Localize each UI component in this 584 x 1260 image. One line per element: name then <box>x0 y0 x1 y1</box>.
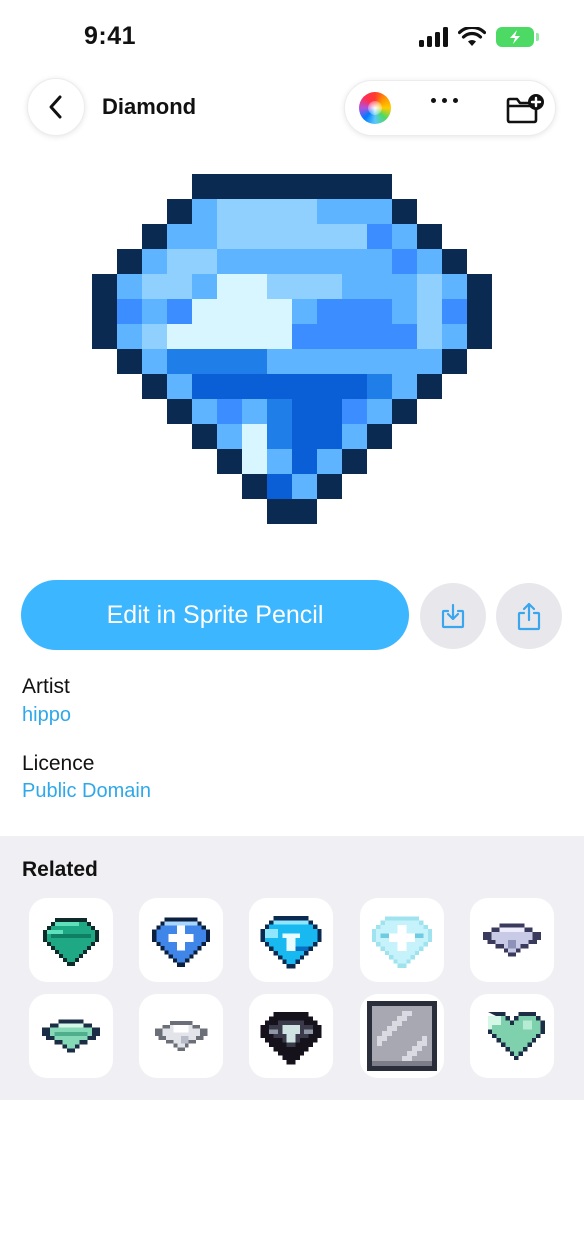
related-title: Related <box>22 858 98 881</box>
diamond-sprite <box>92 174 492 524</box>
download-button[interactable] <box>420 583 486 649</box>
grey-gem-icon <box>483 923 541 957</box>
related-item-green-gem[interactable] <box>29 898 113 982</box>
related-item-mint-gem[interactable] <box>29 994 113 1078</box>
cyan-gem-icon <box>260 915 322 969</box>
battery-icon <box>496 27 539 47</box>
back-button[interactable] <box>27 78 85 136</box>
related-section: Related <box>0 836 584 1100</box>
color-wheel-icon[interactable] <box>359 92 391 124</box>
related-item-blue-sparkle-gem[interactable] <box>139 898 223 982</box>
related-item-ice-gem[interactable] <box>360 898 444 982</box>
dark-gem-icon <box>260 1011 322 1065</box>
blue-sparkle-gem-icon <box>152 917 210 967</box>
related-item-grey-gem[interactable] <box>470 898 554 982</box>
related-item-silver-block[interactable] <box>360 994 444 1078</box>
share-button[interactable] <box>496 583 562 649</box>
mint-heart-icon <box>487 1011 545 1061</box>
share-icon <box>517 602 541 631</box>
licence-link[interactable]: Public Domain <box>22 780 151 803</box>
more-icon[interactable] <box>431 98 458 103</box>
related-item-cyan-gem[interactable] <box>249 898 333 982</box>
chevron-left-icon <box>49 95 62 119</box>
nav-bar: Diamond <box>0 78 584 138</box>
status-icons <box>419 27 539 47</box>
status-bar: 9:41 <box>0 0 584 76</box>
download-icon <box>441 603 465 629</box>
page-title: Diamond <box>102 94 197 119</box>
folder-add-icon[interactable] <box>505 93 545 125</box>
green-gem-icon <box>43 918 99 966</box>
related-item-white-gem[interactable] <box>139 994 223 1078</box>
signal-icon <box>419 27 448 47</box>
related-item-dark-gem[interactable] <box>249 994 333 1078</box>
related-item-mint-heart[interactable] <box>470 994 554 1078</box>
status-time: 9:41 <box>84 22 137 50</box>
artist-link[interactable]: hippo <box>22 704 71 727</box>
mint-gem-icon <box>41 1019 101 1053</box>
toolbar <box>344 80 556 136</box>
edit-in-sprite-pencil-button[interactable]: Edit in Sprite Pencil <box>21 580 409 650</box>
wifi-icon <box>458 27 486 46</box>
ice-gem-icon <box>371 916 433 968</box>
artist-label: Artist <box>22 675 70 698</box>
white-gem-icon <box>154 1021 208 1051</box>
silver-block-icon <box>367 1001 437 1071</box>
licence-label: Licence <box>22 752 95 775</box>
